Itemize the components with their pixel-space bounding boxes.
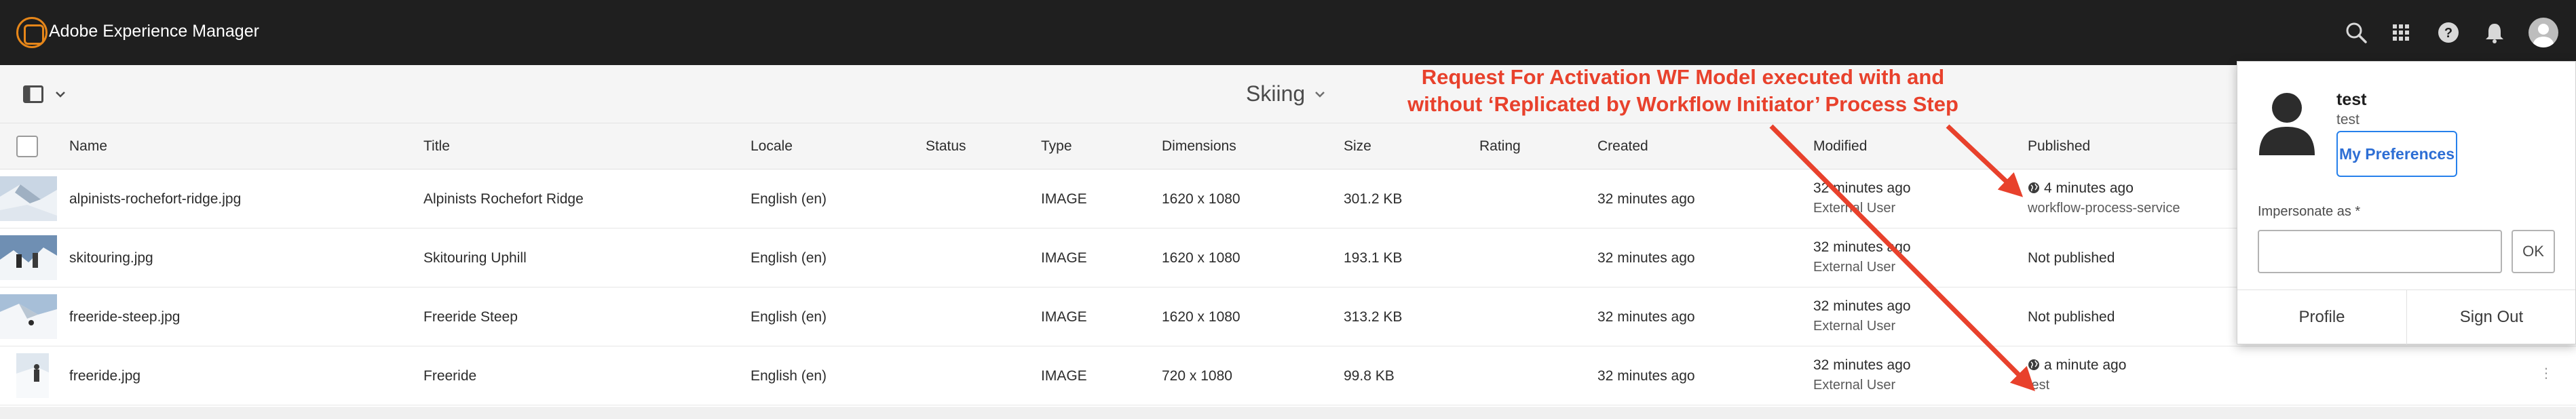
more-options-icon[interactable]: ⋮	[2539, 367, 2553, 387]
cell-published: Not published	[2028, 250, 2115, 266]
cell-name[interactable]: freeride-steep.jpg	[69, 309, 180, 325]
column-header-created[interactable]: Created	[1597, 138, 1648, 155]
aem-logo-icon[interactable]	[16, 17, 48, 48]
table-header: Name Title Locale Status Type Dimensions…	[0, 123, 2576, 169]
cell-title: Freeride Steep	[423, 309, 518, 325]
cell-published-by: workflow-process-service	[2028, 201, 2180, 216]
column-header-type[interactable]: Type	[1041, 138, 1072, 155]
table-row[interactable]: freeride-steep.jpg Freeride Steep Englis…	[0, 287, 2576, 346]
cell-modified: 32 minutes ago	[1813, 357, 1911, 373]
column-header-locale[interactable]: Locale	[751, 138, 793, 155]
app-root: Adobe Experience Manager ? Skiing Name T…	[0, 0, 2576, 419]
profile-footer: Profile Sign Out	[2237, 290, 2575, 344]
notifications-bell-icon[interactable]	[2482, 20, 2507, 45]
column-header-published[interactable]: Published	[2028, 138, 2090, 155]
profile-button[interactable]: Profile	[2237, 290, 2406, 344]
select-all-checkbox[interactable]	[16, 136, 38, 157]
cell-title: Alpinists Rochefort Ridge	[423, 191, 584, 207]
cell-published: Not published	[2028, 309, 2115, 325]
rail-toggle-icon[interactable]	[23, 85, 43, 103]
my-preferences-button[interactable]: My Preferences	[2336, 131, 2457, 177]
column-header-modified[interactable]: Modified	[1813, 138, 1867, 155]
asset-thumbnail[interactable]	[0, 294, 57, 339]
cell-title: Skitouring Uphill	[423, 250, 527, 266]
folder-chevron-down-icon[interactable]	[1314, 89, 1326, 100]
column-header-rating[interactable]: Rating	[1479, 138, 1521, 155]
user-avatar-icon[interactable]	[2528, 18, 2558, 47]
table-footer	[0, 407, 2576, 419]
sign-out-button[interactable]: Sign Out	[2407, 290, 2576, 344]
impersonate-label: Impersonate as *	[2258, 204, 2361, 219]
cell-name[interactable]: skitouring.jpg	[69, 250, 153, 266]
annotation-line-2: without ‘Replicated by Workflow Initiato…	[1407, 92, 1958, 116]
cell-created: 32 minutes ago	[1597, 250, 1695, 266]
cell-locale: English (en)	[751, 250, 827, 266]
action-bar: Skiing	[0, 65, 2576, 123]
search-icon[interactable]	[2344, 20, 2368, 45]
profile-popover: test test My Preferences Impersonate as …	[2237, 61, 2576, 344]
asset-thumbnail[interactable]	[8, 353, 49, 398]
help-icon[interactable]: ?	[2436, 20, 2461, 45]
cell-modified: 32 minutes ago	[1813, 180, 1911, 196]
folder-title[interactable]: Skiing	[1246, 81, 1305, 106]
globe-icon	[2028, 359, 2040, 371]
published-time: 4 minutes ago	[2044, 180, 2134, 196]
impersonate-ok-button[interactable]: OK	[2512, 230, 2555, 273]
column-header-size[interactable]: Size	[1344, 138, 1371, 155]
asset-thumbnail[interactable]	[0, 235, 57, 280]
column-header-dimensions[interactable]: Dimensions	[1162, 138, 1236, 155]
profile-avatar-icon	[2258, 87, 2316, 155]
cell-size: 313.2 KB	[1344, 309, 1403, 325]
cell-modified: 32 minutes ago	[1813, 239, 1911, 255]
cell-type: IMAGE	[1041, 250, 1087, 266]
published-time: a minute ago	[2044, 357, 2127, 373]
cell-modified: 32 minutes ago	[1813, 298, 1911, 314]
column-header-name[interactable]: Name	[69, 138, 107, 155]
cell-dimensions: 1620 x 1080	[1162, 250, 1240, 266]
profile-user-id: test	[2336, 112, 2360, 127]
solutions-grid-icon[interactable]	[2389, 20, 2413, 45]
annotation-line-1: Request For Activation WF Model executed…	[1421, 65, 1945, 89]
column-header-title[interactable]: Title	[423, 138, 450, 155]
table-row[interactable]: alpinists-rochefort-ridge.jpg Alpinists …	[0, 169, 2576, 228]
svg-text:?: ?	[2444, 26, 2452, 41]
chevron-down-icon[interactable]	[54, 88, 67, 100]
globe-icon	[2028, 182, 2040, 194]
table-row[interactable]: freeride.jpg Freeride English (en) IMAGE…	[0, 346, 2576, 405]
cell-name[interactable]: freeride.jpg	[69, 368, 140, 384]
cell-dimensions: 720 x 1080	[1162, 368, 1232, 384]
cell-dimensions: 1620 x 1080	[1162, 191, 1240, 207]
cell-size: 193.1 KB	[1344, 250, 1403, 266]
cell-type: IMAGE	[1041, 191, 1087, 207]
shell-header: Adobe Experience Manager ?	[0, 0, 2576, 65]
brand-title[interactable]: Adobe Experience Manager	[49, 22, 259, 41]
cell-title: Freeride	[423, 368, 477, 384]
cell-created: 32 minutes ago	[1597, 368, 1695, 384]
cell-created: 32 minutes ago	[1597, 191, 1695, 207]
cell-created: 32 minutes ago	[1597, 309, 1695, 325]
cell-modified-by: External User	[1813, 201, 1896, 216]
asset-thumbnail[interactable]	[0, 176, 57, 221]
cell-modified-by: External User	[1813, 378, 1896, 393]
cell-dimensions: 1620 x 1080	[1162, 309, 1240, 325]
impersonate-input[interactable]	[2258, 230, 2502, 273]
cell-type: IMAGE	[1041, 368, 1087, 384]
cell-published: 4 minutes ago	[2028, 180, 2134, 197]
cell-size: 99.8 KB	[1344, 368, 1395, 384]
cell-published-by: test	[2028, 378, 2050, 393]
cell-modified-by: External User	[1813, 260, 1896, 275]
cell-locale: English (en)	[751, 368, 827, 384]
cell-modified-by: External User	[1813, 319, 1896, 334]
cell-locale: English (en)	[751, 309, 827, 325]
column-header-status[interactable]: Status	[926, 138, 966, 155]
cell-locale: English (en)	[751, 191, 827, 207]
cell-published: a minute ago	[2028, 357, 2126, 374]
table-row[interactable]: skitouring.jpg Skitouring Uphill English…	[0, 228, 2576, 287]
cell-type: IMAGE	[1041, 309, 1087, 325]
cell-size: 301.2 KB	[1344, 191, 1403, 207]
cell-name[interactable]: alpinists-rochefort-ridge.jpg	[69, 191, 241, 207]
profile-name: test	[2336, 90, 2367, 109]
